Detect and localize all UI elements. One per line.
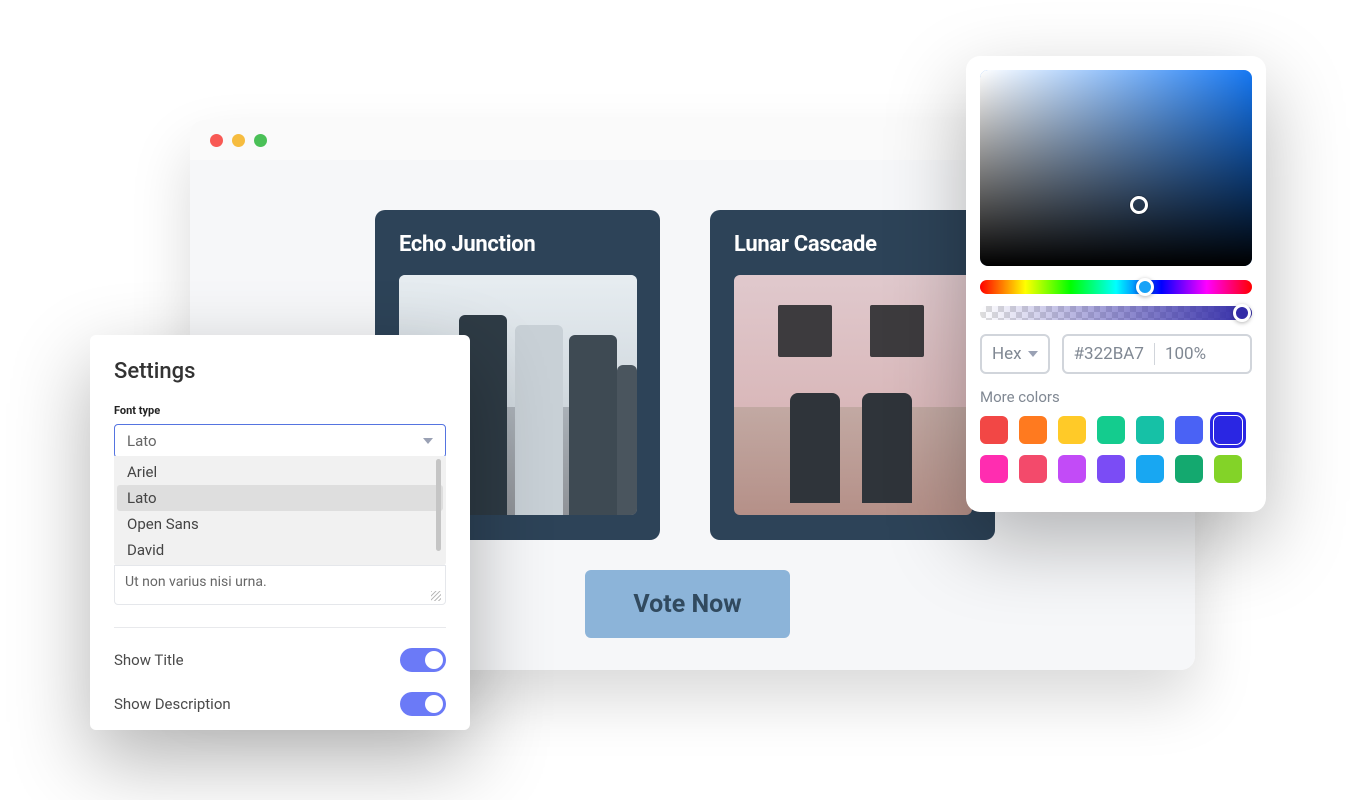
font-type-dropdown: Ariel Lato Open Sans David	[114, 456, 446, 566]
show-description-label: Show Description	[114, 695, 231, 713]
show-description-row: Show Description	[114, 682, 446, 726]
color-format-value: Hex	[992, 344, 1022, 364]
color-value-input[interactable]: #322BA7 100%	[1062, 334, 1252, 374]
saturation-value-area[interactable]	[980, 70, 1252, 266]
color-swatch[interactable]	[1058, 455, 1086, 483]
dropdown-scrollbar[interactable]	[436, 459, 441, 551]
color-swatch[interactable]	[1214, 416, 1242, 444]
hue-thumb[interactable]	[1136, 278, 1154, 296]
color-format-select[interactable]: Hex	[980, 334, 1050, 374]
font-option-lato[interactable]: Lato	[117, 485, 443, 511]
color-swatch[interactable]	[1136, 416, 1164, 444]
color-swatch[interactable]	[1214, 455, 1242, 483]
traffic-light-maximize[interactable]	[254, 134, 267, 147]
card-title: Lunar Cascade	[734, 232, 971, 257]
font-option-open-sans[interactable]: Open Sans	[117, 511, 443, 537]
separator	[1154, 343, 1155, 365]
font-option-ariel[interactable]: Ariel	[117, 459, 443, 485]
textarea-value: Ut non varius nisi urna.	[125, 574, 267, 590]
font-type-label: Font type	[114, 404, 446, 417]
vote-button[interactable]: Vote Now	[585, 570, 790, 638]
description-textarea[interactable]: Ut non varius nisi urna.	[114, 565, 446, 605]
color-swatch[interactable]	[980, 416, 1008, 444]
alpha-thumb[interactable]	[1233, 304, 1251, 322]
card-title: Echo Junction	[399, 232, 636, 257]
divider	[114, 627, 446, 628]
color-swatch[interactable]	[1058, 416, 1086, 444]
settings-title: Settings	[114, 359, 446, 384]
color-swatch[interactable]	[1175, 416, 1203, 444]
color-swatch[interactable]	[1097, 455, 1125, 483]
show-description-toggle[interactable]	[400, 692, 446, 716]
traffic-light-close[interactable]	[210, 134, 223, 147]
hex-value: #322BA7	[1074, 344, 1144, 364]
color-swatch[interactable]	[1019, 416, 1047, 444]
sv-cursor[interactable]	[1130, 196, 1148, 214]
color-swatch[interactable]	[1019, 455, 1047, 483]
color-swatch[interactable]	[1097, 416, 1125, 444]
picker-controls: Hex #322BA7 100%	[980, 334, 1252, 374]
show-title-label: Show Title	[114, 651, 184, 669]
opacity-value: 100%	[1165, 344, 1206, 364]
more-colors-label: More colors	[980, 388, 1252, 406]
font-type-selected: Lato	[127, 432, 157, 450]
hue-slider[interactable]	[980, 280, 1252, 294]
color-picker-panel: Hex #322BA7 100% More colors	[966, 56, 1266, 512]
show-title-row: Show Title	[114, 638, 446, 682]
color-swatch[interactable]	[1175, 455, 1203, 483]
card-image	[734, 275, 972, 515]
traffic-light-minimize[interactable]	[232, 134, 245, 147]
font-option-david[interactable]: David	[117, 537, 443, 563]
show-title-toggle[interactable]	[400, 648, 446, 672]
color-swatch[interactable]	[1136, 455, 1164, 483]
resize-handle-icon[interactable]	[431, 591, 441, 601]
chevron-down-icon	[423, 438, 433, 444]
poll-card[interactable]: Lunar Cascade	[710, 210, 995, 540]
color-swatch[interactable]	[980, 455, 1008, 483]
settings-panel: Settings Font type Lato Ariel Lato Open …	[90, 335, 470, 730]
alpha-slider[interactable]	[980, 306, 1252, 320]
swatch-grid	[980, 416, 1252, 483]
chevron-down-icon	[1028, 351, 1038, 357]
font-type-select[interactable]: Lato	[114, 424, 446, 458]
